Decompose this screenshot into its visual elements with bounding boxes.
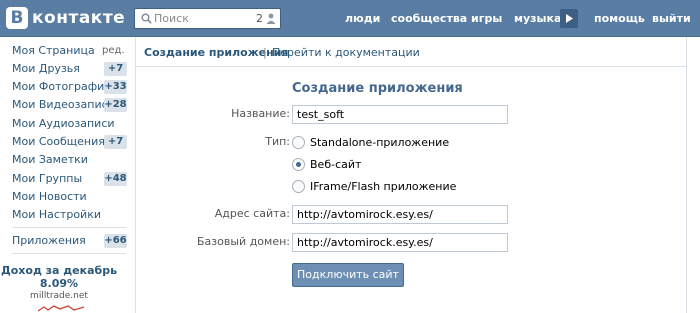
sidebar-item-videos[interactable]: Мои Видеозаписи — [12, 96, 115, 114]
main-panel: Создание приложения | Перейти к документ… — [135, 37, 687, 313]
connect-site-button[interactable]: Подключить сайт — [292, 263, 404, 287]
tab-separator: | — [263, 46, 267, 59]
sidebar-divider — [12, 227, 126, 228]
base-domain-label: Базовый домен: — [197, 235, 290, 248]
site-url-label: Адрес сайта: — [214, 207, 290, 220]
radio-label: Веб-сайт — [310, 157, 362, 171]
type-label: Тип: — [265, 135, 290, 148]
sidebar-item-friends[interactable]: Мои Друзья — [12, 60, 80, 78]
sidebar-item-notes[interactable]: Мои Заметки — [12, 151, 88, 169]
type-option-website[interactable]: Веб-сайт — [292, 156, 361, 172]
promo-value[interactable]: 8.09% — [0, 277, 118, 290]
nav-games[interactable]: игры — [471, 0, 502, 37]
type-option-standalone[interactable]: Standalone-приложение — [292, 134, 449, 150]
radio-label: IFrame/Flash приложение — [310, 179, 457, 193]
sidebar-divider-bottom — [12, 253, 126, 254]
nav-communities[interactable]: сообщества — [391, 0, 467, 37]
site-url-input[interactable] — [292, 205, 508, 224]
sidebar-item-messages[interactable]: Мои Сообщения — [12, 133, 105, 151]
sidebar-item-photos[interactable]: Мои Фотографии — [12, 78, 111, 96]
nav-people[interactable]: люди — [345, 0, 380, 37]
left-sidebar: Моя Страница ред. Мои Друзья +7 Мои Фото… — [0, 37, 128, 313]
friends-badge[interactable]: +7 — [104, 62, 127, 76]
user-icon — [266, 13, 276, 24]
nav-logout[interactable]: выйти — [652, 0, 691, 37]
type-option-iframe[interactable]: IFrame/Flash приложение — [292, 178, 456, 194]
logo-letter: В — [6, 7, 28, 29]
logo-text: контакте — [32, 8, 126, 28]
search-box[interactable]: 2 — [134, 8, 281, 29]
search-input[interactable] — [154, 9, 249, 28]
promo-graphic-icon — [38, 305, 84, 312]
sidebar-item-settings[interactable]: Мои Настройки — [12, 206, 101, 224]
photos-badge[interactable]: +33 — [104, 80, 127, 94]
sidebar-item-apps[interactable]: Приложения — [12, 232, 86, 250]
promo-site[interactable]: milltrade.net — [0, 291, 118, 302]
radio-standalone[interactable] — [292, 135, 305, 149]
play-icon — [566, 14, 573, 23]
search-icon — [141, 13, 152, 24]
videos-badge[interactable]: +28 — [104, 98, 127, 112]
base-domain-input[interactable] — [292, 233, 508, 252]
radio-label: Standalone-приложение — [310, 135, 450, 149]
search-count: 2 — [256, 12, 263, 25]
vk-logo[interactable]: В контакте — [6, 7, 125, 29]
promo-title[interactable]: Доход за декабрь — [0, 264, 118, 277]
name-input[interactable] — [292, 105, 508, 124]
nav-help[interactable]: помощь — [594, 0, 645, 37]
sidebar-edit-link[interactable]: ред. — [102, 42, 125, 60]
radio-website[interactable] — [292, 157, 305, 171]
sidebar-item-groups[interactable]: Мои Группы — [12, 170, 82, 188]
form-title: Создание приложения — [292, 81, 463, 96]
tab-bar: Создание приложения | Перейти к документ… — [136, 37, 686, 67]
sidebar-item-my-page[interactable]: Моя Страница — [12, 42, 95, 60]
sidebar-item-news[interactable]: Мои Новости — [12, 188, 87, 206]
apps-badge[interactable]: +66 — [104, 234, 127, 248]
nav-music[interactable]: музыка — [514, 0, 561, 37]
messages-badge[interactable]: +7 — [104, 135, 127, 149]
groups-badge[interactable]: +48 — [104, 172, 127, 186]
radio-iframe[interactable] — [292, 179, 305, 193]
docs-link[interactable]: Перейти к документации — [272, 46, 420, 60]
top-header: В контакте 2 люди сообщества игры музыка… — [0, 0, 700, 37]
name-label: Название: — [231, 107, 290, 120]
sidebar-item-audio[interactable]: Мои Аудиозаписи — [12, 115, 115, 133]
music-play-button[interactable] — [560, 9, 578, 28]
tab-create-app[interactable]: Создание приложения — [144, 46, 289, 60]
